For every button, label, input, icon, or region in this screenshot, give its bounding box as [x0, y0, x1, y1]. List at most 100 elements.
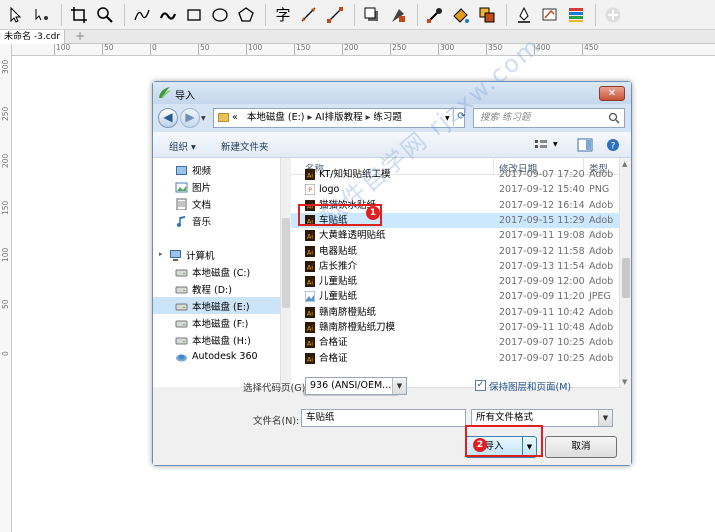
file-type: Adob: [589, 276, 614, 288]
transparency-tool-icon[interactable]: [386, 3, 410, 27]
table-row[interactable]: Ai 电器贴纸 2017-09-12 11:58 Adob: [291, 244, 621, 259]
pick-tool-icon[interactable]: [4, 3, 28, 27]
scroll-down-icon[interactable]: ▼: [622, 378, 627, 386]
address-segment[interactable]: 练习题: [373, 112, 402, 123]
ruler-tick-label: 0: [150, 44, 157, 55]
filename-input[interactable]: 车贴纸: [301, 409, 466, 427]
video-icon: [176, 165, 187, 175]
scroll-up-icon[interactable]: ▲: [622, 160, 627, 168]
sidebar-item-picture[interactable]: 图片: [153, 178, 280, 195]
file-type: Adob: [589, 306, 614, 318]
sidebar-item-drive[interactable]: 教程 (D:): [153, 280, 280, 297]
sidebar-item-drive[interactable]: 本地磁盘 (C:): [153, 263, 280, 280]
address-segment[interactable]: 本地磁盘 (E:): [247, 112, 305, 123]
outline-pen-icon[interactable]: [512, 3, 536, 27]
nav-scroll-thumb[interactable]: [282, 218, 290, 308]
sidebar-item-label: 本地磁盘 (F:): [192, 318, 249, 330]
new-folder-button[interactable]: 新建文件夹: [221, 139, 269, 153]
sidebar-item-drive[interactable]: 本地磁盘 (E:): [153, 297, 280, 314]
text-tool-icon[interactable]: 字: [271, 3, 295, 27]
cancel-button[interactable]: 取消: [545, 436, 617, 458]
dialog-title: 导入: [175, 91, 195, 102]
eyedropper-tool-icon[interactable]: [423, 3, 447, 27]
keep-layers-checkbox[interactable]: ✓: [475, 380, 486, 391]
dialog-title-bar[interactable]: 导入 ✕: [153, 82, 631, 104]
file-date: 2017-09-09 12:00: [499, 276, 585, 288]
interactive-fill-icon[interactable]: [449, 3, 473, 27]
drop-shadow-tool-icon[interactable]: [360, 3, 384, 27]
ruler-tick-label: 50: [1, 299, 10, 309]
document-tab[interactable]: 未命名 -3.cdr: [0, 30, 66, 44]
preview-pane-icon[interactable]: [577, 138, 593, 152]
table-row[interactable]: Ai 赣南脐橙贴纸刀模 2017-09-11 10:48 Adob: [291, 320, 621, 335]
search-input[interactable]: 搜索 练习题: [473, 108, 625, 128]
table-row[interactable]: Ai 儿童贴纸 2017-09-09 12:00 Adob: [291, 274, 621, 289]
sidebar-item-cloud[interactable]: Autodesk 360: [153, 348, 280, 365]
freehand-tool-icon[interactable]: [130, 3, 154, 27]
shape-tool-icon[interactable]: [30, 3, 54, 27]
file-date: 2017-09-11 10:42: [499, 306, 585, 318]
codepage-select[interactable]: 936 (ANSI/OEM... ▼: [305, 377, 407, 395]
search-icon[interactable]: [608, 112, 620, 124]
view-options-icon[interactable]: [533, 138, 549, 152]
chevron-down-icon[interactable]: ▼: [598, 410, 612, 426]
keep-layers-label[interactable]: 保持图层和页面(M): [489, 379, 571, 393]
sidebar-item-drive[interactable]: 本地磁盘 (H:): [153, 331, 280, 348]
connector-tool-icon[interactable]: [323, 3, 347, 27]
expand-arrow-icon[interactable]: ▸: [159, 250, 163, 258]
corel-app-icon: [159, 87, 171, 99]
zoom-tool-icon[interactable]: [93, 3, 117, 27]
file-list-scrollbar[interactable]: ▲ ▼: [619, 158, 631, 387]
table-row[interactable]: Ai 店长推介 2017-09-13 11:54 Adob: [291, 259, 621, 274]
horizontal-ruler[interactable]: 100 50 0 50 100 150 200 250 300 350 400 450: [12, 44, 715, 56]
file-type: Adob: [589, 169, 614, 180]
organize-button[interactable]: 组织 ▾: [169, 139, 196, 153]
sidebar-item-document[interactable]: 文档: [153, 195, 280, 212]
dimension-tool-icon[interactable]: [297, 3, 321, 27]
ellipse-tool-icon[interactable]: [208, 3, 232, 27]
svg-text:?: ?: [611, 142, 616, 152]
sidebar-item-video[interactable]: 视频: [153, 161, 280, 178]
filename-value: 车贴纸: [306, 412, 335, 423]
sidebar-item-computer[interactable]: 计算机: [153, 246, 280, 263]
add-tab-icon[interactable]: +: [74, 30, 86, 43]
picture-icon: [175, 182, 188, 192]
file-scroll-thumb[interactable]: [622, 258, 630, 298]
codepage-value: 936 (ANSI/OEM...: [310, 380, 392, 391]
file-date: 2017-09-13 11:54: [499, 260, 585, 272]
history-dropdown-icon[interactable]: ▼: [201, 115, 206, 122]
crop-tool-icon[interactable]: [67, 3, 91, 27]
add-toolbar-icon[interactable]: [601, 3, 625, 27]
help-icon[interactable]: ?: [605, 138, 621, 152]
smart-fill-icon[interactable]: [475, 3, 499, 27]
table-row[interactable]: Ai 大黄蜂透明贴纸 2017-09-11 19:08 Adob: [291, 228, 621, 243]
table-row[interactable]: Ai 合格证 2017-09-07 10:25 Adob: [291, 335, 621, 350]
file-type: JPEG: [589, 291, 611, 303]
toolbar-separator: [61, 3, 62, 26]
sidebar-item-music[interactable]: 音乐: [153, 212, 280, 229]
address-prefix: «: [232, 112, 238, 123]
annotation-badge-2: 2: [473, 438, 487, 452]
address-segment[interactable]: AI排版教程: [315, 112, 362, 123]
ruler-tick-label: 0: [1, 351, 10, 356]
color-palette-icon[interactable]: [564, 3, 588, 27]
view-dropdown-icon[interactable]: ▼: [553, 141, 558, 148]
sidebar-item-drive[interactable]: 本地磁盘 (F:): [153, 314, 280, 331]
table-row[interactable]: Ai 赣南脐橙贴纸 2017-09-11 10:42 Adob: [291, 305, 621, 320]
nav-scrollbar[interactable]: [280, 158, 290, 387]
rectangle-tool-icon[interactable]: [182, 3, 206, 27]
table-row[interactable]: 儿童贴纸 2017-09-09 11:20 JPEG: [291, 289, 621, 304]
file-type: Adob: [589, 352, 614, 364]
edit-fill-icon[interactable]: [538, 3, 562, 27]
polygon-tool-icon[interactable]: [234, 3, 258, 27]
table-row[interactable]: Ai 合格证 2017-09-07 10:25 Adob: [291, 351, 621, 366]
chevron-down-icon[interactable]: ▼: [392, 378, 406, 394]
forward-arrow-icon[interactable]: ▶: [180, 108, 200, 128]
file-name: 儿童贴纸: [319, 276, 358, 288]
artistic-media-icon[interactable]: [156, 3, 180, 27]
drive-icon: [175, 269, 188, 276]
sidebar-item-label: 音乐: [192, 216, 212, 228]
back-arrow-icon[interactable]: ◀: [158, 108, 178, 128]
vertical-ruler[interactable]: 300 250 200 150 100 50 0: [0, 44, 12, 532]
close-icon[interactable]: ✕: [599, 86, 625, 101]
